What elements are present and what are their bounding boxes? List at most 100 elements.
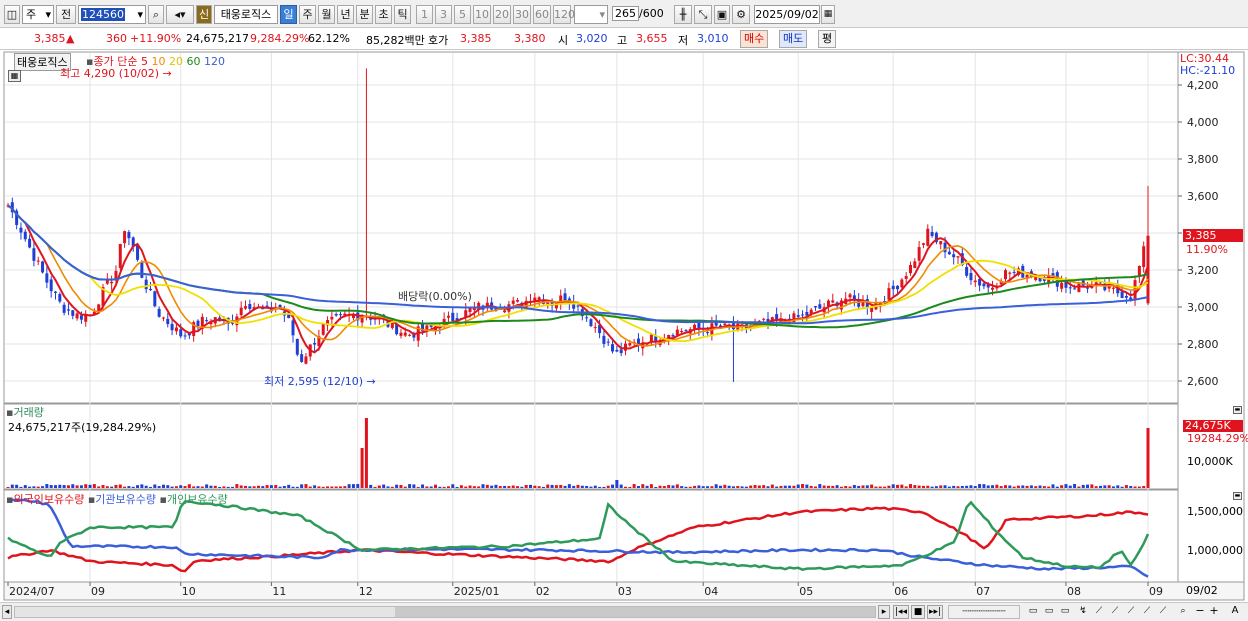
volume-bar — [45, 484, 49, 488]
volume-bar — [399, 485, 403, 488]
last-page-icon[interactable]: ▸▸| — [927, 605, 943, 619]
window-icon[interactable]: ◫ — [4, 5, 20, 24]
candle-body — [265, 305, 269, 307]
first-page-icon[interactable]: |◂◂ — [893, 605, 909, 619]
minute-option-20[interactable]: 20 — [493, 5, 511, 24]
speaker-icon[interactable]: ◂▾ — [166, 5, 194, 24]
line-icon-3[interactable]: ⟋ — [1124, 605, 1138, 619]
market-select[interactable]: 주 ▾ — [22, 5, 54, 24]
stock-code-input[interactable]: 124560 ▾ — [78, 5, 146, 24]
date-label: 09 — [91, 585, 105, 598]
minute-option-30[interactable]: 30 — [513, 5, 531, 24]
volume-bar — [593, 485, 597, 488]
minute-option-3[interactable]: 3 — [435, 5, 452, 24]
prev-button[interactable]: 전 — [56, 5, 76, 24]
volume-bar — [671, 485, 675, 488]
horizontal-scrollbar[interactable] — [14, 606, 876, 618]
line-icon-4[interactable]: ⟋ — [1140, 605, 1154, 619]
period-week-tab[interactable]: 주 — [299, 5, 316, 24]
zoom-slider[interactable]: ┄┄┄┄┄┄┄┄ — [948, 605, 1020, 619]
volume-bar — [649, 484, 653, 488]
layout-icon-1[interactable]: ▭ — [1026, 605, 1040, 619]
minute-option-120[interactable]: 120 — [553, 5, 575, 24]
chevron-down-icon: ▾ — [45, 8, 51, 21]
minute-option-1[interactable]: 1 — [416, 5, 433, 24]
period-minute-tab[interactable]: 분 — [356, 5, 373, 24]
volume-bar — [23, 485, 27, 488]
zoom-out-icon[interactable]: − — [1194, 605, 1206, 619]
chart-type-icon[interactable]: ↯ — [1076, 605, 1090, 619]
price-tick-label: 4,200 — [1187, 79, 1219, 92]
panel-close-icon[interactable]: ▬ — [1233, 406, 1242, 414]
volume-bar — [179, 485, 183, 488]
candle-body — [339, 314, 342, 316]
period-month-tab[interactable]: 월 — [318, 5, 335, 24]
candle-body — [516, 300, 520, 302]
volume-bar — [157, 486, 161, 488]
stop-icon[interactable]: ■ — [911, 605, 925, 619]
minute-option-10[interactable]: 10 — [473, 5, 491, 24]
minute-option-60[interactable]: 60 — [533, 5, 551, 24]
candle-body — [166, 318, 170, 325]
volume-bar — [295, 486, 299, 488]
zoom-in-icon[interactable]: + — [1208, 605, 1220, 619]
volume-bar — [170, 486, 174, 488]
panel-close-icon[interactable]: ▬ — [1233, 492, 1242, 500]
eval-button[interactable]: 평 — [818, 30, 837, 48]
scroll-right-icon[interactable]: ▸ — [878, 605, 890, 619]
period-day-tab[interactable]: 일 — [280, 5, 297, 24]
chart-area[interactable]: 4,2004,0003,8003,6003,4003,2003,0002,800… — [0, 50, 1248, 621]
search-icon[interactable]: ⌕ — [148, 5, 164, 24]
price-tick-label: 3,200 — [1187, 264, 1219, 277]
volume-bar — [1060, 485, 1064, 488]
volume-bar — [62, 485, 66, 488]
credit-badge[interactable]: 신 — [196, 5, 212, 24]
volume-bar — [939, 485, 943, 488]
gear-icon[interactable]: ⚙ — [732, 5, 750, 24]
volume-bar — [857, 485, 861, 488]
volume-bar — [32, 486, 36, 488]
volume-bar — [1120, 486, 1124, 488]
volume-bar — [1073, 484, 1077, 488]
volume-bar — [442, 486, 446, 488]
candle-body — [1060, 282, 1064, 289]
count-field[interactable]: 265/600 — [612, 5, 668, 24]
candle-body — [291, 320, 295, 336]
volume-bar — [710, 486, 714, 488]
line-icon-1[interactable]: ⟋ — [1092, 605, 1106, 619]
line-icon-5[interactable]: ⟋ — [1156, 605, 1170, 619]
minute-option-5[interactable]: 5 — [454, 5, 471, 24]
save-icon[interactable]: ▣ — [714, 5, 730, 24]
candle-body — [58, 294, 62, 302]
period-year-tab[interactable]: 년 — [337, 5, 354, 24]
line-tool-icon[interactable]: ⤡ — [694, 5, 712, 24]
period-second-tab[interactable]: 초 — [375, 5, 392, 24]
date-input[interactable]: 2025/09/02 — [754, 5, 820, 24]
period-tick-tab[interactable]: 틱 — [394, 5, 411, 24]
candle-body — [313, 342, 317, 345]
volume-bar — [1038, 485, 1042, 488]
date-label: 10 — [182, 585, 196, 598]
layout-icon-2[interactable]: ▭ — [1042, 605, 1056, 619]
candle-type-icon[interactable]: ╫ — [674, 5, 692, 24]
line-icon-2[interactable]: ⟋ — [1108, 605, 1122, 619]
zoom-icon[interactable]: ⌕ — [1176, 605, 1190, 619]
foreign-holding-line — [7, 506, 1149, 573]
layout-icon-3[interactable]: ▭ — [1058, 605, 1072, 619]
volume-bar — [192, 486, 196, 488]
candle-body — [921, 243, 925, 245]
sell-button[interactable]: 매도 — [779, 30, 808, 48]
calendar-icon[interactable]: ▦ — [821, 5, 835, 24]
table-icon[interactable]: ▦ — [8, 70, 21, 82]
buy-button[interactable]: 매수 — [740, 30, 769, 48]
volume-bar — [1055, 486, 1059, 488]
volume-bar — [533, 485, 537, 488]
font-size-icon[interactable]: A — [1228, 605, 1242, 619]
scroll-left-icon[interactable]: ◂ — [2, 605, 12, 619]
chart-canvas[interactable]: 4,2004,0003,8003,6003,4003,2003,0002,800… — [0, 50, 1248, 621]
scrollbar-thumb[interactable] — [395, 607, 875, 617]
volume-bar — [308, 486, 312, 488]
date-label: 2024/07 — [9, 585, 55, 598]
volume-bar — [788, 485, 792, 488]
interval-select[interactable]: ▾ — [574, 5, 608, 24]
